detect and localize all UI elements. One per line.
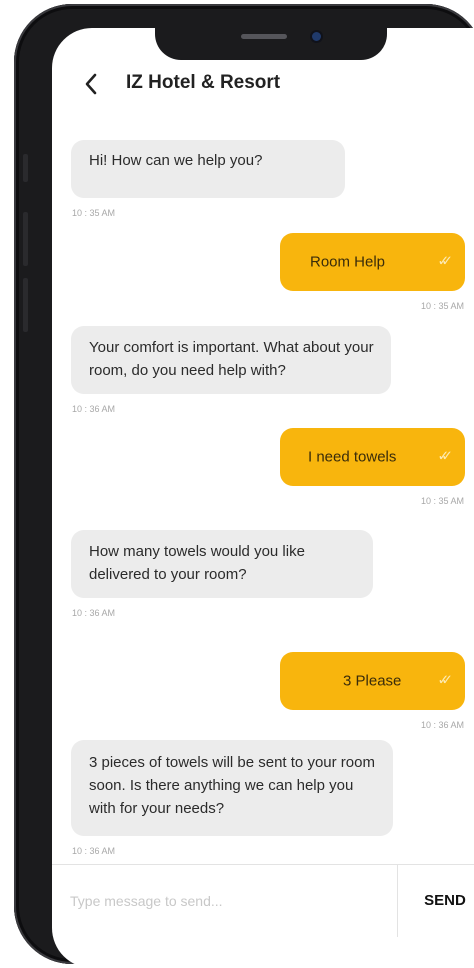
message-text: How many towels would you like delivered… (89, 543, 305, 583)
double-check-icon: ✓✓ (437, 448, 454, 465)
message-composer: SEND (52, 864, 474, 968)
chevron-left-icon[interactable] (80, 68, 102, 98)
message-timestamp: 10 : 35 AM (420, 496, 464, 506)
chat-title: IZ Hotel & Resort (126, 72, 281, 93)
message-text: I need towels (308, 448, 397, 466)
incoming-message: Hi! How can we help you? (71, 140, 345, 198)
phone-volume-down-button (23, 278, 28, 332)
double-check-icon: ✓✓ (437, 672, 454, 689)
outgoing-message: Room Help ✓✓ (280, 233, 465, 291)
incoming-message: 3 pieces of towels will be sent to your … (71, 740, 393, 836)
incoming-message: How many towels would you like delivered… (71, 530, 373, 598)
incoming-message: Your comfort is important. What about yo… (71, 326, 391, 394)
phone-notch (155, 28, 387, 60)
message-text: 3 pieces of towels will be sent to your … (89, 754, 375, 817)
chat-header: IZ Hotel & Resort (52, 64, 474, 108)
chat-screen: IZ Hotel & Resort Hi! How can we help yo… (52, 28, 474, 968)
message-text: Hi! How can we help you? (89, 152, 263, 169)
message-timestamp: 10 : 36 AM (420, 720, 464, 730)
message-text: Your comfort is important. What about yo… (89, 339, 374, 379)
phone-side-button (23, 154, 28, 182)
outgoing-message: 3 Please ✓✓ (280, 652, 465, 710)
double-check-icon: ✓✓ (437, 253, 454, 270)
send-button[interactable]: SEND (398, 865, 474, 937)
message-timestamp: 10 : 35 AM (72, 208, 116, 218)
message-timestamp: 10 : 36 AM (72, 608, 116, 618)
speaker-grille (241, 34, 287, 39)
message-timestamp: 10 : 35 AM (420, 301, 464, 311)
outgoing-message: I need towels ✓✓ (280, 428, 465, 486)
message-input[interactable] (52, 865, 397, 937)
front-camera (312, 32, 321, 41)
phone-frame: IZ Hotel & Resort Hi! How can we help yo… (14, 4, 474, 968)
message-timestamp: 10 : 36 AM (72, 846, 116, 856)
message-text: Room Help (310, 253, 386, 271)
message-timestamp: 10 : 36 AM (72, 404, 116, 414)
message-text: 3 Please (343, 672, 402, 690)
phone-volume-up-button (23, 212, 28, 266)
